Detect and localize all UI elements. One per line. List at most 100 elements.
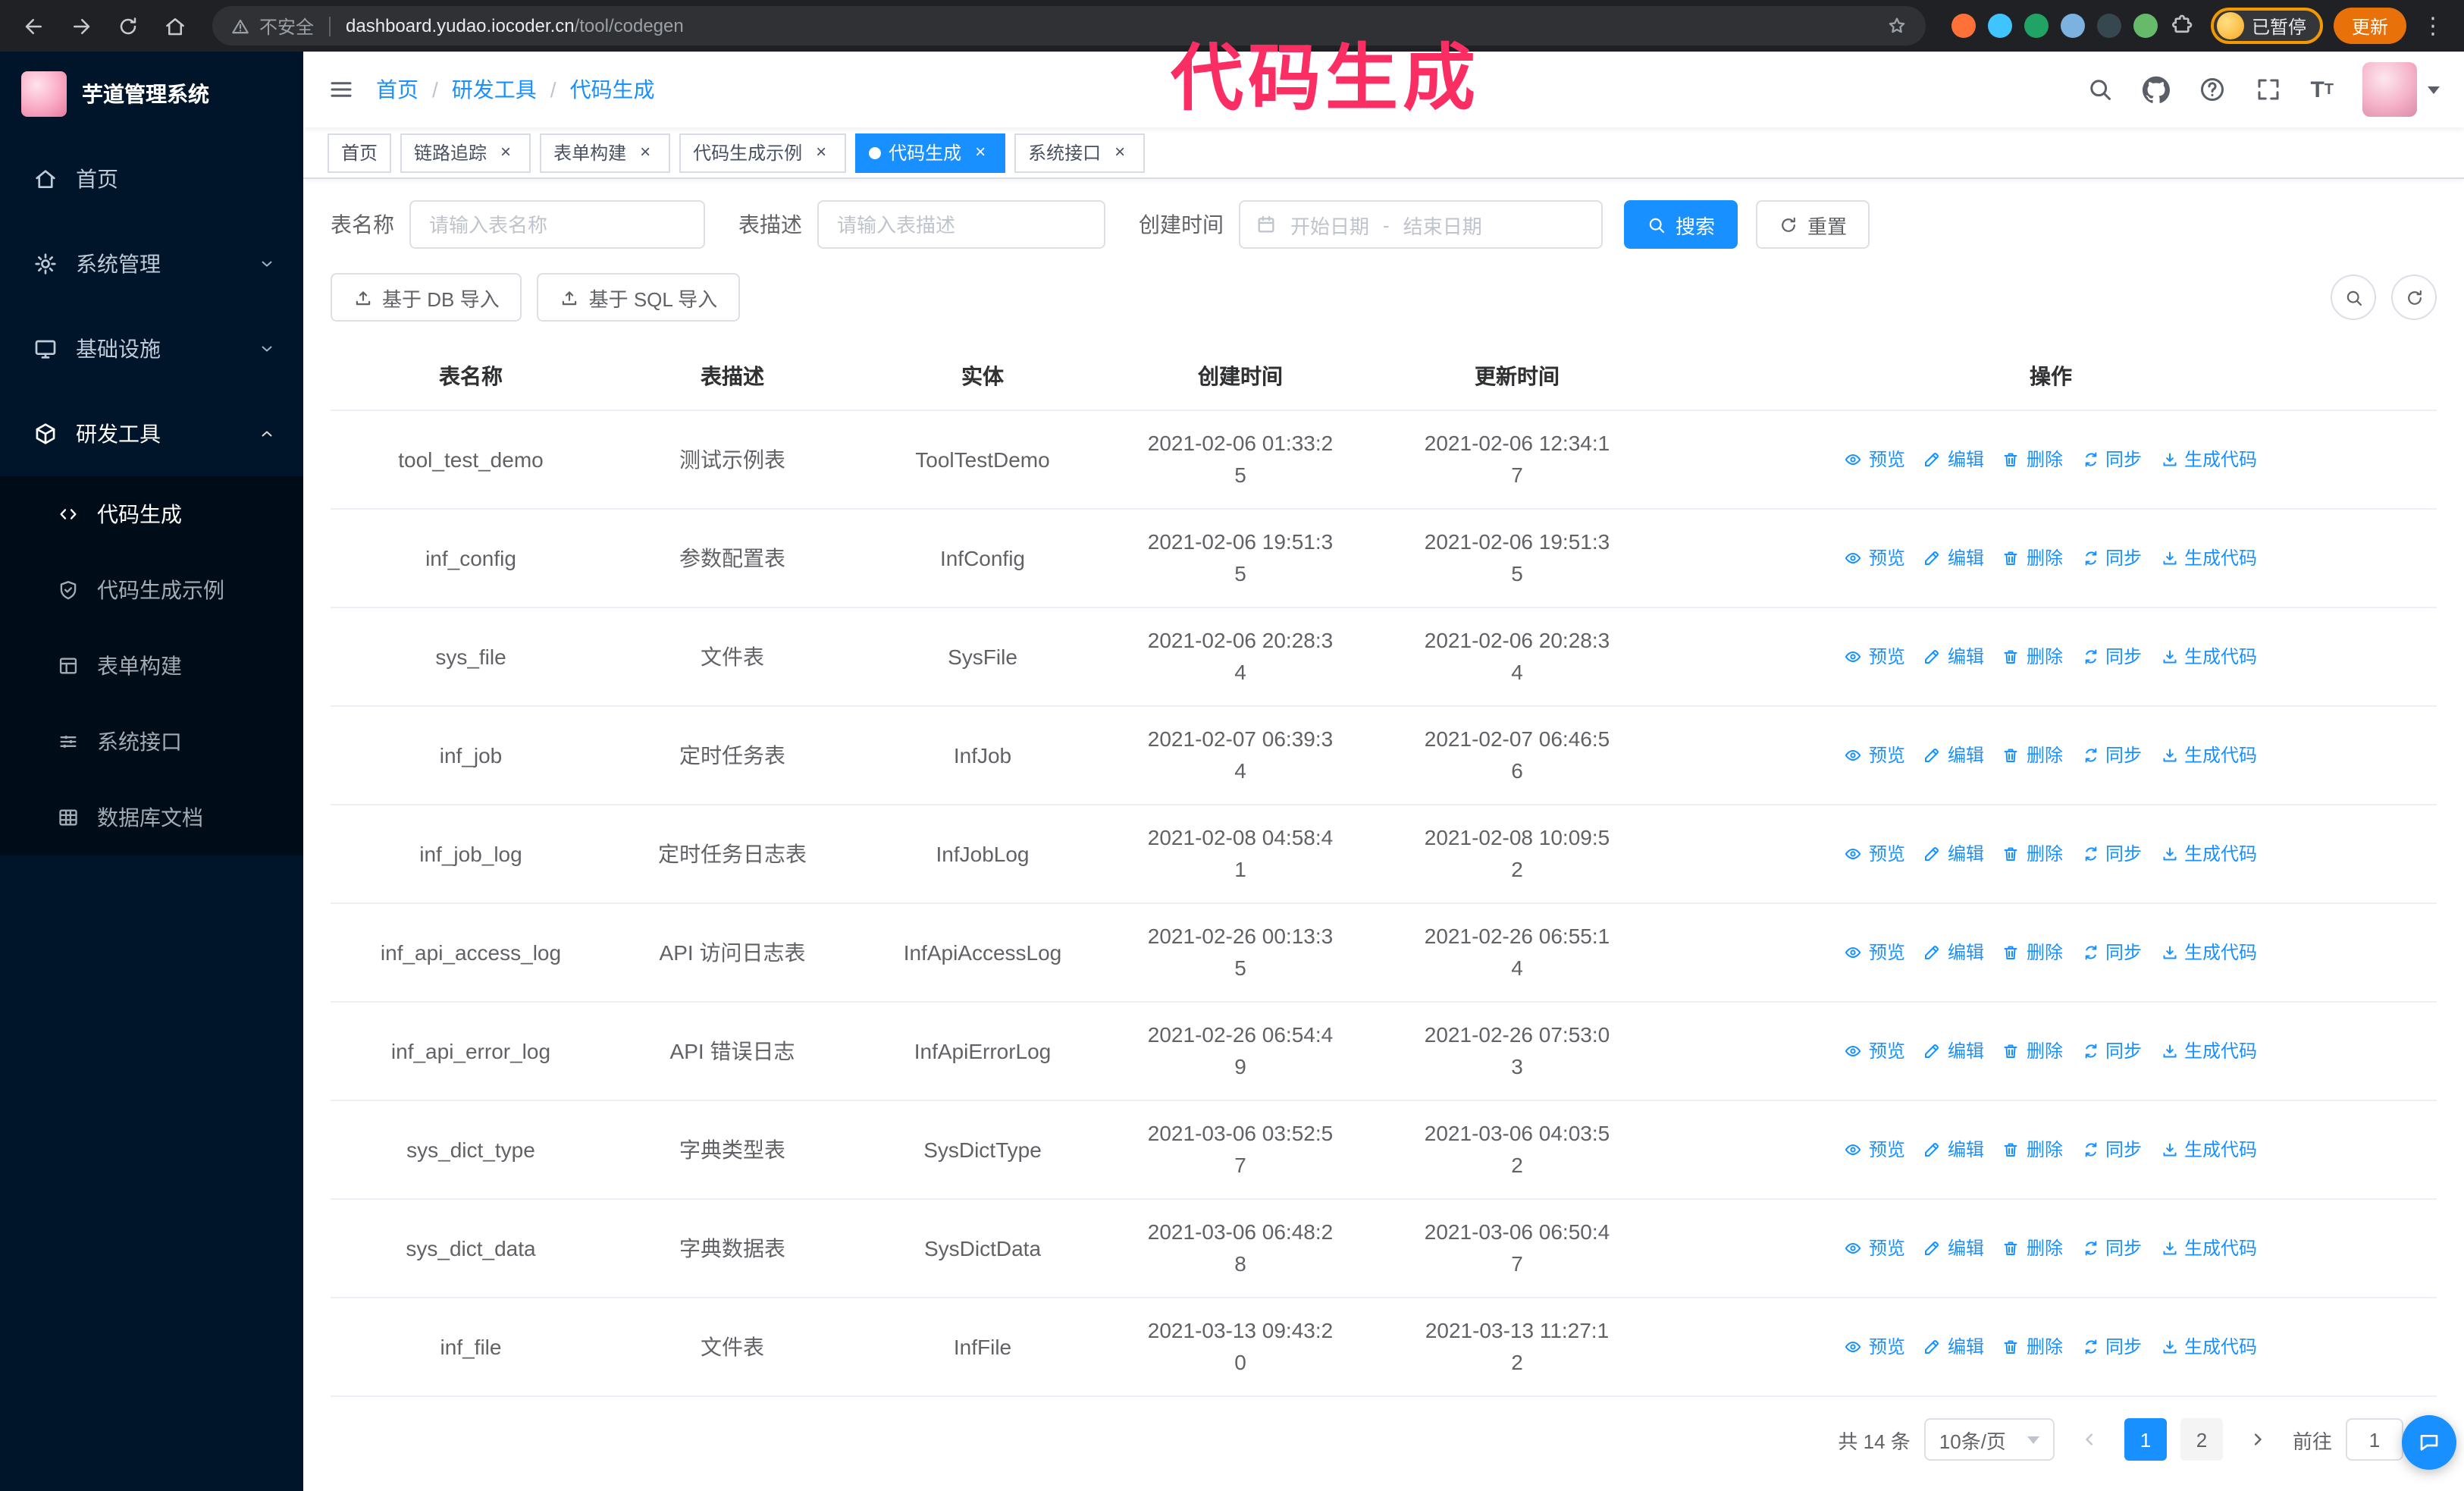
preview-link[interactable]: 预览	[1845, 1232, 1905, 1264]
generate-code-link[interactable]: 生成代码	[2160, 838, 2257, 870]
generate-code-link[interactable]: 生成代码	[2160, 1134, 2257, 1166]
profile-paused-chip[interactable]: 已暂停	[2210, 8, 2323, 44]
leaf-extension-icon[interactable]	[2133, 14, 2158, 38]
app-logo[interactable]: 芋道管理系统	[0, 52, 303, 137]
sidebar-submenu-item[interactable]: 表单构建	[0, 628, 303, 704]
preview-link[interactable]: 预览	[1845, 542, 1905, 574]
browser-reload-button[interactable]	[109, 8, 146, 44]
browser-home-button[interactable]	[156, 8, 193, 44]
page-number-button[interactable]: 2	[2180, 1418, 2223, 1461]
tab-close-icon[interactable]: ×	[1108, 141, 1131, 164]
edit-link[interactable]: 编辑	[1923, 1232, 1984, 1264]
generate-code-link[interactable]: 生成代码	[2160, 641, 2257, 673]
sidebar-submenu-item[interactable]: 系统接口	[0, 704, 303, 780]
drop-extension-icon[interactable]	[1987, 14, 2012, 38]
table-name-input[interactable]	[409, 200, 705, 249]
sidebar-submenu-item[interactable]: 代码生成	[0, 476, 303, 552]
date-range-picker[interactable]: 开始日期 - 结束日期	[1239, 200, 1603, 249]
tab[interactable]: 表单构建 ×	[540, 133, 671, 172]
people-extension-icon[interactable]	[2060, 14, 2085, 38]
tab-close-icon[interactable]: ×	[969, 141, 992, 164]
page-number-button[interactable]: 1	[2124, 1418, 2167, 1461]
import-sql-button[interactable]: 基于 SQL 导入	[537, 273, 741, 322]
edit-link[interactable]: 编辑	[1923, 838, 1984, 870]
sync-link[interactable]: 同步	[2081, 444, 2142, 476]
toggle-search-button[interactable]	[2331, 275, 2376, 320]
font-size-icon[interactable]: TT	[2310, 77, 2334, 102]
sidebar-menu-item[interactable]: 系统管理	[0, 221, 303, 306]
search-button[interactable]: 搜索	[1624, 200, 1738, 249]
puzzle-extension-icon[interactable]	[2170, 14, 2194, 38]
generate-code-link[interactable]: 生成代码	[2160, 739, 2257, 771]
sidebar-menu-item[interactable]: 研发工具	[0, 391, 303, 476]
edit-link[interactable]: 编辑	[1923, 444, 1984, 476]
search-icon[interactable]	[2086, 76, 2113, 103]
delete-link[interactable]: 删除	[2002, 1232, 2063, 1264]
sidebar-menu-item[interactable]: 首页	[0, 137, 303, 221]
refresh-button[interactable]	[2391, 275, 2437, 320]
generate-code-link[interactable]: 生成代码	[2160, 1232, 2257, 1264]
edit-link[interactable]: 编辑	[1923, 1035, 1984, 1067]
reset-button[interactable]: 重置	[1756, 200, 1870, 249]
breadcrumb-item[interactable]: 代码生成	[570, 74, 655, 105]
next-page-button[interactable]	[2237, 1418, 2279, 1461]
tab[interactable]: 系统接口 ×	[1014, 133, 1146, 172]
edit-link[interactable]: 编辑	[1923, 937, 1984, 968]
preview-link[interactable]: 预览	[1845, 838, 1905, 870]
generate-code-link[interactable]: 生成代码	[2160, 1331, 2257, 1363]
fullscreen-icon[interactable]	[2254, 76, 2281, 103]
tab-close-icon[interactable]: ×	[810, 141, 832, 164]
table-desc-input[interactable]	[817, 200, 1105, 249]
delete-link[interactable]: 删除	[2002, 739, 2063, 771]
tab[interactable]: 链路追踪 ×	[400, 133, 531, 172]
generate-code-link[interactable]: 生成代码	[2160, 542, 2257, 574]
goto-page-input[interactable]	[2345, 1418, 2403, 1461]
sync-link[interactable]: 同步	[2081, 1331, 2142, 1363]
preview-link[interactable]: 预览	[1845, 1134, 1905, 1166]
sidebar-submenu-item[interactable]: 代码生成示例	[0, 552, 303, 628]
delete-link[interactable]: 删除	[2002, 1134, 2063, 1166]
sync-link[interactable]: 同步	[2081, 937, 2142, 968]
edit-link[interactable]: 编辑	[1923, 1331, 1984, 1363]
user-menu[interactable]	[2362, 62, 2440, 117]
import-db-button[interactable]: 基于 DB 导入	[331, 273, 522, 322]
delete-link[interactable]: 删除	[2002, 838, 2063, 870]
tab-close-icon[interactable]: ×	[494, 141, 517, 164]
preview-link[interactable]: 预览	[1845, 937, 1905, 968]
browser-menu-icon[interactable]: ⋮	[2417, 12, 2449, 39]
preview-link[interactable]: 预览	[1845, 641, 1905, 673]
delete-link[interactable]: 删除	[2002, 444, 2063, 476]
tab-close-icon[interactable]: ×	[634, 141, 657, 164]
help-icon[interactable]	[2198, 76, 2225, 103]
hamburger-icon[interactable]	[328, 76, 355, 103]
address-bar[interactable]: 不安全 dashboard.yudao.iocoder.cn/tool/code…	[212, 6, 1926, 46]
edit-link[interactable]: 编辑	[1923, 542, 1984, 574]
sync-link[interactable]: 同步	[2081, 641, 2142, 673]
page-size-select[interactable]: 10条/页	[1923, 1418, 2055, 1461]
fox-extension-icon[interactable]	[1951, 14, 1976, 38]
browser-back-button[interactable]	[15, 8, 52, 44]
github-icon[interactable]	[2142, 76, 2169, 103]
delete-link[interactable]: 删除	[2002, 1035, 2063, 1067]
sync-link[interactable]: 同步	[2081, 542, 2142, 574]
floating-action-button[interactable]	[2402, 1415, 2456, 1470]
delete-link[interactable]: 删除	[2002, 641, 2063, 673]
camera-extension-icon[interactable]	[2096, 14, 2121, 38]
browser-update-button[interactable]: 更新	[2333, 8, 2406, 44]
sidebar-menu-item[interactable]: 基础设施	[0, 306, 303, 391]
preview-link[interactable]: 预览	[1845, 1035, 1905, 1067]
tab[interactable]: 代码生成示例 ×	[679, 133, 847, 172]
generate-code-link[interactable]: 生成代码	[2160, 444, 2257, 476]
tab[interactable]: 代码生成 ×	[855, 133, 1006, 172]
browser-forward-button[interactable]	[62, 8, 99, 44]
bookmark-star-icon[interactable]	[1886, 14, 1908, 38]
generate-code-link[interactable]: 生成代码	[2160, 937, 2257, 968]
sync-link[interactable]: 同步	[2081, 1035, 2142, 1067]
delete-link[interactable]: 删除	[2002, 542, 2063, 574]
sync-link[interactable]: 同步	[2081, 739, 2142, 771]
delete-link[interactable]: 删除	[2002, 1331, 2063, 1363]
preview-link[interactable]: 预览	[1845, 444, 1905, 476]
prev-page-button[interactable]	[2068, 1418, 2111, 1461]
edit-link[interactable]: 编辑	[1923, 641, 1984, 673]
breadcrumb-item[interactable]: 首页	[376, 74, 419, 105]
